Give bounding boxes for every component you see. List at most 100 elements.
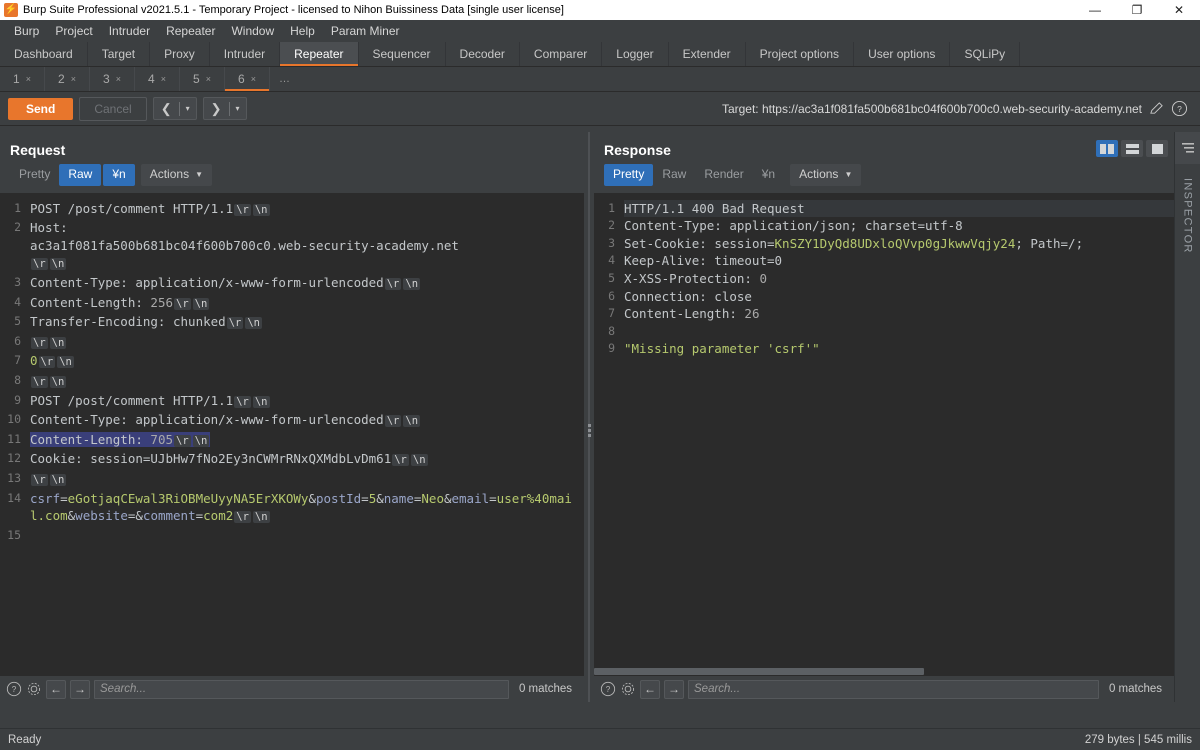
close-icon[interactable]: × <box>116 74 121 84</box>
layout-single-button[interactable] <box>1146 140 1168 157</box>
code-line[interactable]: \r \n <box>30 333 584 353</box>
tab-sqlipy[interactable]: SQLiPy <box>950 42 1021 66</box>
response-tab-render[interactable]: Render <box>695 164 752 186</box>
question-circle-icon[interactable]: ? <box>6 681 22 697</box>
search-prev-button[interactable]: ← <box>640 679 660 699</box>
tab-intruder[interactable]: Intruder <box>210 42 281 66</box>
window-maximize-button[interactable]: ❐ <box>1116 0 1158 20</box>
tab-project-options[interactable]: Project options <box>746 42 855 66</box>
close-icon[interactable]: × <box>206 74 211 84</box>
splitter-grip[interactable] <box>587 424 591 437</box>
tab-logger[interactable]: Logger <box>602 42 669 66</box>
code-line[interactable]: "Missing parameter 'csrf'" <box>624 340 1174 358</box>
layout-split-horizontal-button[interactable] <box>1121 140 1143 157</box>
code-line[interactable]: Content-Length: 256 \r \n <box>30 294 584 314</box>
repeater-tab-2[interactable]: 2 × <box>45 67 90 91</box>
request-code-body[interactable]: POST /post/comment HTTP/1.1 \r \n Host: ac3a… <box>24 194 584 676</box>
code-line[interactable]: ac3a1f081fa500b681bc04f600b700c0.web-sec… <box>30 237 584 255</box>
forward-nav-group[interactable]: ❯ ▾ <box>202 97 247 120</box>
repeater-tab-5[interactable]: 5 × <box>180 67 225 91</box>
layout-split-vertical-button[interactable] <box>1096 140 1118 157</box>
gear-icon[interactable] <box>620 681 636 697</box>
scrollbar-thumb[interactable] <box>594 668 924 675</box>
window-close-button[interactable]: ✕ <box>1158 0 1200 20</box>
request-tab-yen-n[interactable]: ¥n <box>103 164 135 186</box>
code-line[interactable]: \r \n <box>30 372 584 392</box>
menu-item-intruder[interactable]: Intruder <box>101 22 158 40</box>
response-editor[interactable]: 123456789 HTTP/1.1 400 Bad Request Conten… <box>594 192 1174 667</box>
request-tab-raw[interactable]: Raw <box>59 164 102 186</box>
menu-item-param-miner[interactable]: Param Miner <box>323 22 408 40</box>
menu-item-repeater[interactable]: Repeater <box>158 22 223 40</box>
gear-icon[interactable] <box>26 681 42 697</box>
response-tab-yen-n[interactable]: ¥n <box>753 164 784 186</box>
code-line[interactable]: HTTP/1.1 400 Bad Request <box>624 199 1174 218</box>
menu-item-window[interactable]: Window <box>223 22 282 40</box>
menu-item-project[interactable]: Project <box>47 22 100 40</box>
code-line[interactable]: Cookie: session=UJbHw7fNo2Ey3nCWMrRNxQXM… <box>30 450 584 470</box>
response-tab-raw[interactable]: Raw <box>653 164 695 186</box>
tab-extender[interactable]: Extender <box>669 42 746 66</box>
repeater-tab-3[interactable]: 3 × <box>90 67 135 91</box>
code-line[interactable]: Connection: close <box>624 288 1174 306</box>
chevron-down-icon[interactable]: ▾ <box>230 104 246 113</box>
response-horizontal-scrollbar[interactable] <box>594 667 1174 676</box>
cancel-button[interactable]: Cancel <box>79 96 147 121</box>
code-line[interactable]: POST /post/comment HTTP/1.1 \r \n <box>30 200 584 220</box>
repeater-tab-1[interactable]: 1 × <box>0 67 45 91</box>
collapse-panel-icon[interactable] <box>1174 132 1200 164</box>
close-icon[interactable]: × <box>251 74 256 84</box>
repeater-tab-4[interactable]: 4 × <box>135 67 180 91</box>
question-circle-icon[interactable]: ? <box>600 681 616 697</box>
question-circle-icon[interactable]: ? <box>1171 100 1188 117</box>
code-line[interactable]: 0 \r \n <box>30 352 584 372</box>
menu-item-help[interactable]: Help <box>282 22 323 40</box>
code-line[interactable]: Keep-Alive: timeout=0 <box>624 252 1174 270</box>
window-minimize-button[interactable]: — <box>1074 0 1116 20</box>
code-line[interactable] <box>30 527 584 545</box>
code-line[interactable]: Transfer-Encoding: chunked \r \n <box>30 313 584 333</box>
code-line[interactable]: Host: <box>30 219 584 237</box>
back-arrow-icon[interactable]: ❮ <box>154 102 179 115</box>
request-search-input[interactable]: Search... <box>94 679 509 699</box>
response-search-input[interactable]: Search... <box>688 679 1099 699</box>
send-button[interactable]: Send <box>8 97 74 120</box>
code-line[interactable]: POST /post/comment HTTP/1.1 \r \n <box>30 392 584 412</box>
menu-item-burp[interactable]: Burp <box>6 22 47 40</box>
tab-sequencer[interactable]: Sequencer <box>359 42 446 66</box>
tab-comparer[interactable]: Comparer <box>520 42 603 66</box>
response-code-body[interactable]: HTTP/1.1 400 Bad Request Content-Type: ap… <box>618 194 1174 667</box>
tab-target[interactable]: Target <box>88 42 151 66</box>
search-next-button[interactable]: → <box>70 679 90 699</box>
code-line[interactable]: csrf=eGotjaqCEwal3RiOBMeUyyNA5ErXKOWy&po… <box>30 490 584 527</box>
request-tab-pretty[interactable]: Pretty <box>10 164 59 186</box>
search-prev-button[interactable]: ← <box>46 679 66 699</box>
code-line[interactable]: Content-Length: 705 \r \n <box>30 431 584 451</box>
code-line[interactable]: Content-Type: application/x-www-form-url… <box>30 411 584 431</box>
code-line[interactable]: Content-Length: 26 <box>624 305 1174 323</box>
tab-decoder[interactable]: Decoder <box>446 42 520 66</box>
forward-arrow-icon[interactable]: ❯ <box>204 102 229 115</box>
tab-user-options[interactable]: User options <box>854 42 951 66</box>
repeater-tab-6[interactable]: 6 × <box>225 67 270 91</box>
tab-proxy[interactable]: Proxy <box>150 42 210 66</box>
code-line[interactable]: Content-Type: application/x-www-form-url… <box>30 274 584 294</box>
inspector-label[interactable]: INSPECTOR <box>1182 178 1194 254</box>
response-tab-pretty[interactable]: Pretty <box>604 164 654 186</box>
code-line[interactable]: Content-Type: application/json; charset=… <box>624 217 1174 235</box>
close-icon[interactable]: × <box>26 74 31 84</box>
request-editor[interactable]: 1 2 3 4 5 6 7 8 9 10 11 12 13 14 15 POST /post/comment… <box>0 192 584 676</box>
panel-splitter[interactable] <box>584 132 594 702</box>
code-line[interactable]: Set-Cookie: session=KnSZY1DyQd8UDxloQVvp… <box>624 235 1174 253</box>
code-line[interactable]: \r \n <box>30 254 584 274</box>
code-line[interactable] <box>624 323 1174 341</box>
repeater-tab-overflow[interactable]: … <box>270 67 300 91</box>
tab-repeater[interactable]: Repeater <box>280 42 359 66</box>
code-line[interactable]: X-XSS-Protection: 0 <box>624 270 1174 288</box>
back-nav-group[interactable]: ❮ ▾ <box>152 97 197 120</box>
response-actions-button[interactable]: Actions ▼ <box>790 164 862 186</box>
tab-dashboard[interactable]: Dashboard <box>0 42 88 66</box>
pencil-icon[interactable] <box>1149 101 1164 116</box>
search-next-button[interactable]: → <box>664 679 684 699</box>
request-actions-button[interactable]: Actions ▼ <box>140 164 212 186</box>
